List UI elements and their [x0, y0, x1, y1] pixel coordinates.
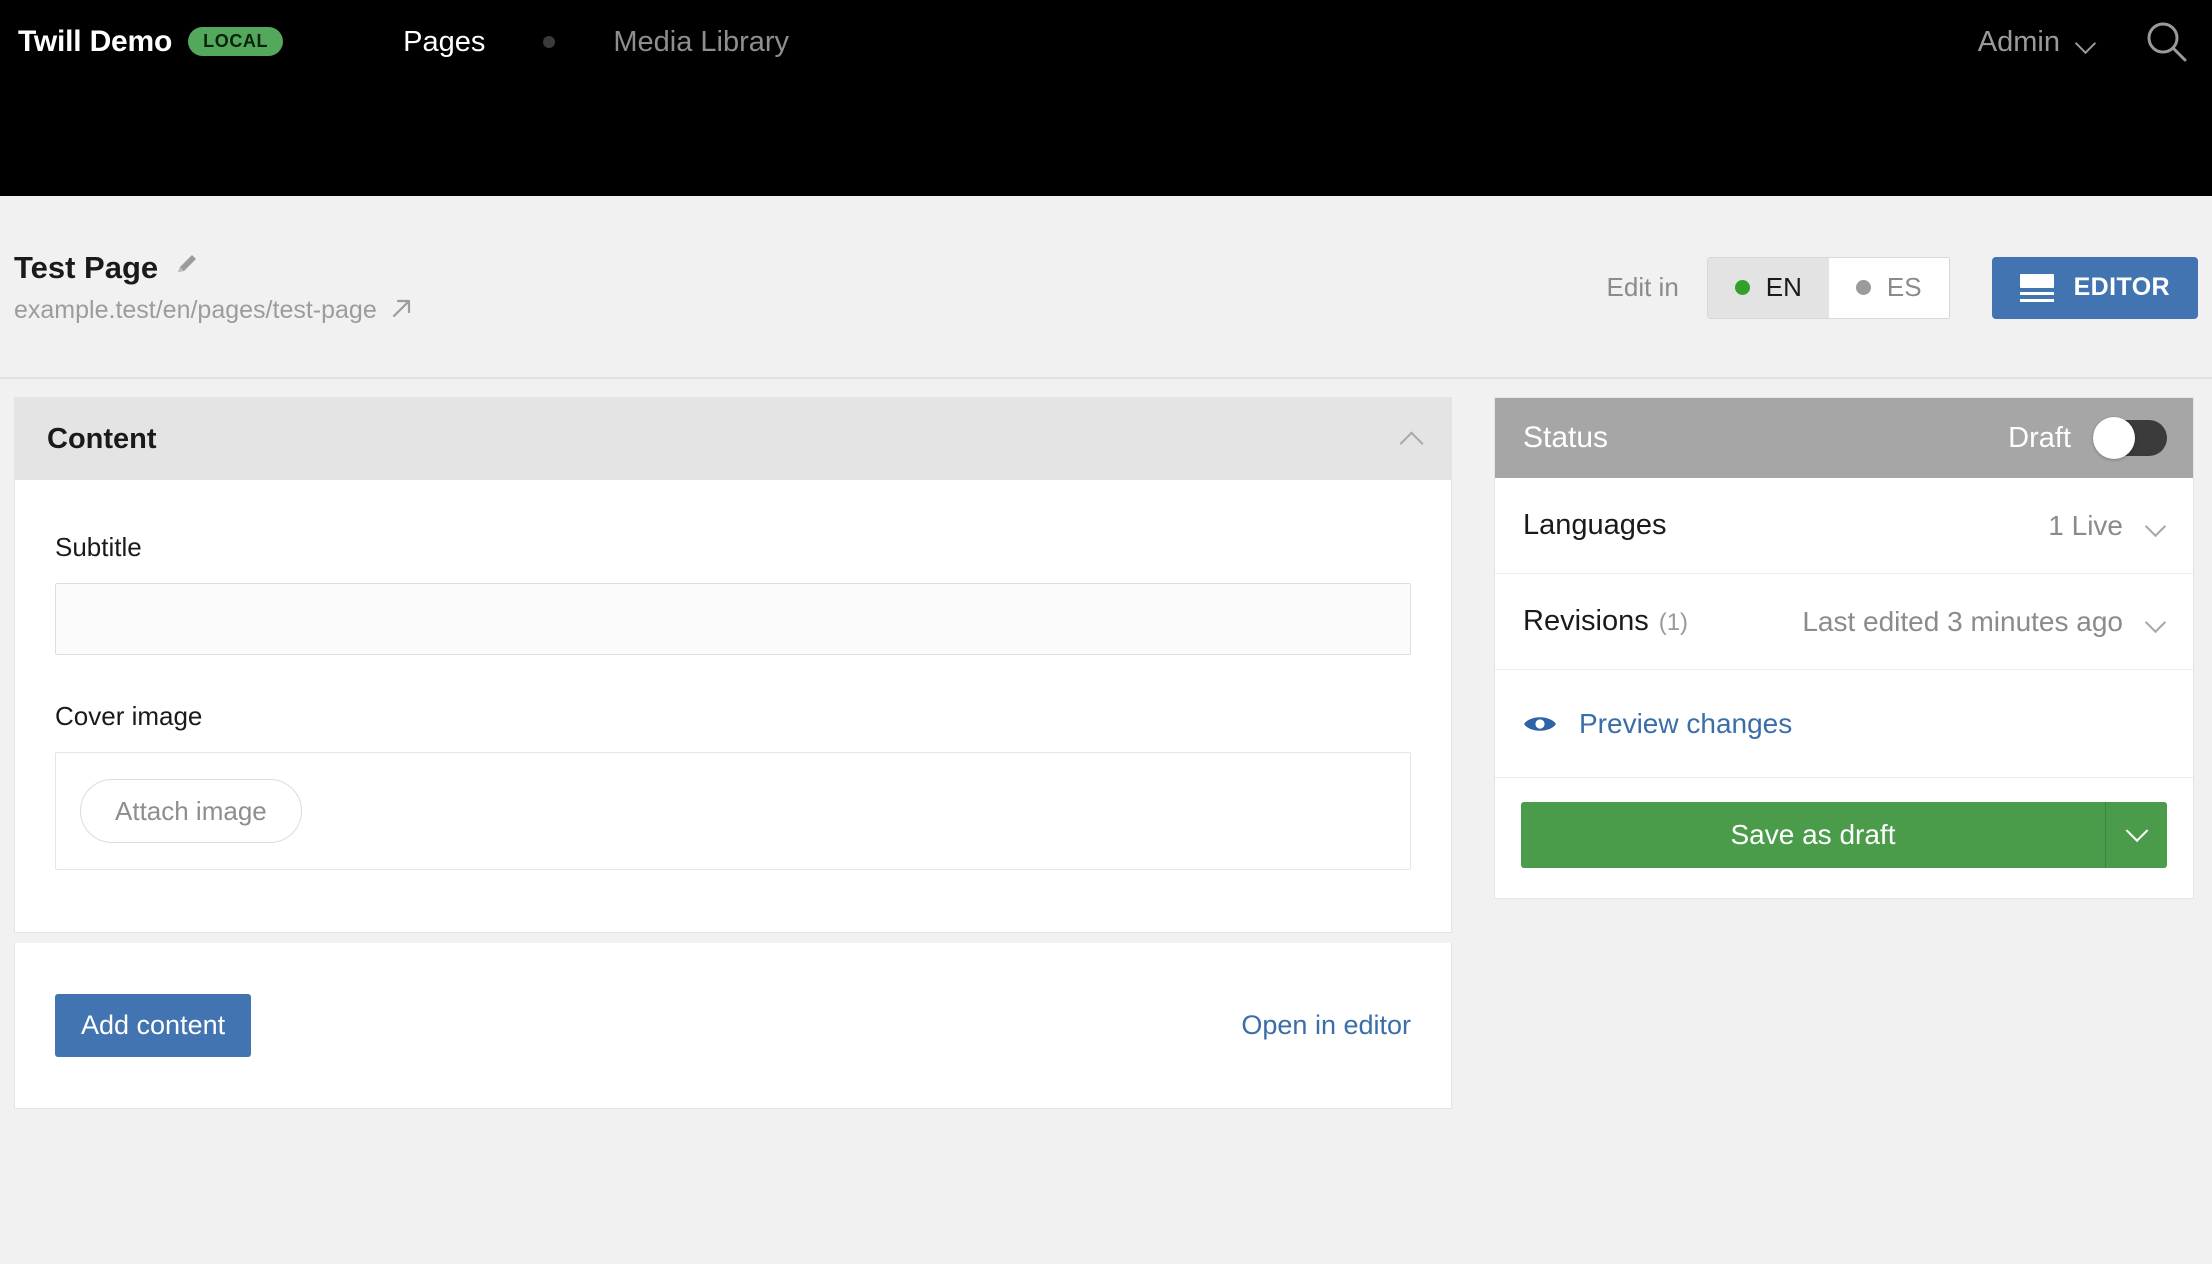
publish-toggle[interactable]: [2093, 417, 2167, 459]
open-in-editor-link[interactable]: Open in editor: [1241, 1010, 1411, 1041]
sidebar-row-revisions-value: Last edited 3 minutes ago: [1802, 605, 2123, 637]
field-label-subtitle: Subtitle: [55, 532, 142, 562]
nav-item-media-library[interactable]: Media Library: [613, 26, 789, 59]
cover-image-dropzone[interactable]: Attach image: [55, 752, 1411, 870]
field-subtitle: Subtitle: [55, 532, 1411, 655]
pencil-icon[interactable]: [174, 252, 200, 283]
revisions-count: (1): [1658, 609, 1689, 636]
sidebar-row-languages[interactable]: Languages 1 Live: [1495, 478, 2193, 574]
subtitle-input[interactable]: [55, 583, 1411, 655]
language-toggle: EN ES: [1706, 256, 1950, 319]
language-option-en[interactable]: EN: [1707, 257, 1829, 318]
panel-divider: [14, 933, 1452, 943]
field-label-cover-image: Cover image: [55, 701, 203, 731]
external-link-arrow-icon[interactable]: [391, 297, 413, 324]
nav-item-pages[interactable]: Pages: [403, 26, 485, 59]
sidebar-row-languages-label: Languages: [1523, 509, 1667, 541]
chevron-down-icon[interactable]: [2076, 36, 2098, 48]
preview-changes-row[interactable]: Preview changes: [1495, 670, 2193, 778]
primary-nav: Pages Media Library: [403, 26, 789, 59]
sidebar-column: Status Draft Languages 1 Live Revisions …: [1494, 397, 2194, 899]
language-option-es[interactable]: ES: [1828, 257, 1949, 318]
content-panel-header[interactable]: Content: [15, 398, 1451, 480]
language-status-dot: [1734, 280, 1750, 295]
edit-in-label: Edit in: [1606, 272, 1679, 302]
chevron-down-icon[interactable]: [2145, 615, 2167, 629]
main-content-area: Content Subtitle Cover image Attach imag…: [0, 379, 2212, 1109]
preview-changes-label: Preview changes: [1579, 707, 1793, 739]
nav-separator-dot: [543, 36, 556, 48]
eye-icon: [1523, 712, 1557, 736]
revisions-label-text: Revisions: [1523, 605, 1649, 637]
publish-toggle-knob: [2093, 417, 2135, 459]
attach-image-button[interactable]: Attach image: [80, 779, 302, 843]
save-action-area: Save as draft: [1495, 778, 2193, 898]
editor-button[interactable]: EDITOR: [1991, 256, 2198, 319]
add-content-button[interactable]: Add content: [55, 994, 252, 1057]
status-toggle-label: Draft: [2008, 421, 2071, 454]
chevron-down-icon[interactable]: [2145, 519, 2167, 533]
brand-title[interactable]: Twill Demo: [18, 25, 172, 59]
chevron-up-icon[interactable]: [1399, 431, 1425, 447]
save-options-caret-button[interactable]: [2105, 802, 2167, 868]
status-panel-header: Status Draft: [1495, 398, 2193, 478]
content-panel: Content Subtitle Cover image Attach imag…: [14, 397, 1452, 933]
language-status-dot: [1855, 280, 1871, 295]
user-menu-label[interactable]: Admin: [1978, 26, 2060, 59]
status-title: Status: [1523, 421, 1609, 454]
chevron-down-icon: [2125, 819, 2148, 843]
layout-editor-icon: [2019, 273, 2054, 302]
content-panel-footer: Add content Open in editor: [14, 943, 1452, 1109]
page-url[interactable]: example.test/en/pages/test-page: [14, 296, 377, 325]
environment-badge: LOCAL: [188, 26, 284, 56]
content-panel-title: Content: [47, 422, 157, 455]
publisher-panel: Status Draft Languages 1 Live Revisions …: [1494, 397, 2194, 899]
sidebar-row-revisions-label: Revisions (1): [1523, 605, 1688, 638]
page-header-bar: Test Page example.test/en/pages/test-pag…: [0, 196, 2212, 379]
content-panel-body: Subtitle Cover image Attach image: [15, 480, 1451, 932]
field-cover-image: Cover image Attach image: [55, 701, 1411, 870]
editor-button-label: EDITOR: [2073, 273, 2170, 301]
language-option-es-label: ES: [1886, 272, 1922, 302]
page-title: Test Page: [14, 250, 159, 285]
sidebar-row-languages-value: 1 Live: [2048, 509, 2123, 541]
search-icon[interactable]: [2144, 19, 2190, 65]
save-button-group: Save as draft: [1521, 802, 2167, 868]
language-option-en-label: EN: [1765, 272, 1802, 302]
top-navigation-bar: Twill Demo LOCAL Pages Media Library Adm…: [0, 0, 2212, 196]
save-as-draft-button[interactable]: Save as draft: [1521, 802, 2105, 868]
content-column: Content Subtitle Cover image Attach imag…: [14, 397, 1452, 1109]
sidebar-row-revisions[interactable]: Revisions (1) Last edited 3 minutes ago: [1495, 574, 2193, 670]
